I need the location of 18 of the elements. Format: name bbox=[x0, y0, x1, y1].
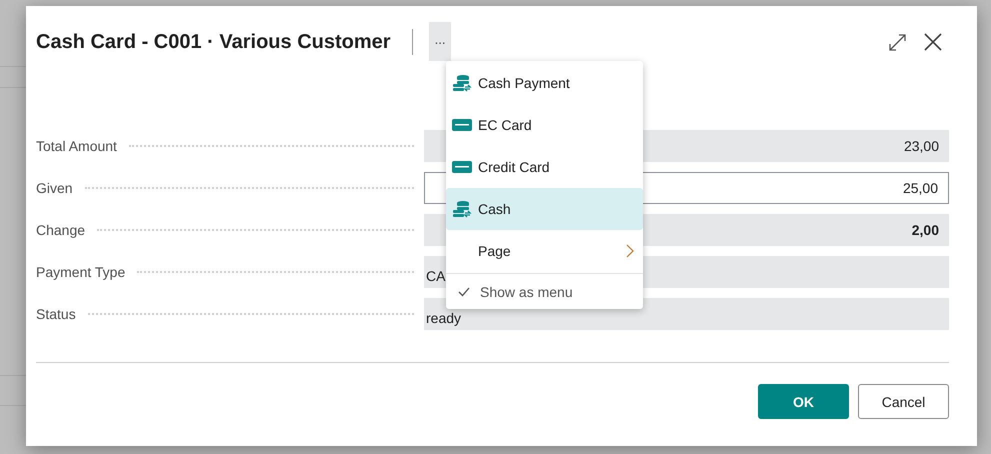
card-icon bbox=[452, 118, 472, 132]
menu-item[interactable]: Cash bbox=[446, 188, 643, 230]
field-label: Status bbox=[36, 306, 76, 322]
ok-button[interactable]: OK bbox=[758, 384, 849, 419]
expand-icon[interactable] bbox=[888, 32, 907, 52]
more-button[interactable]: ··· bbox=[428, 22, 451, 61]
chevron-icon bbox=[625, 244, 635, 258]
field-label: Payment Type bbox=[36, 264, 126, 280]
coins-icon bbox=[452, 200, 472, 218]
cancel-button[interactable]: Cancel bbox=[858, 384, 949, 419]
card-icon bbox=[452, 160, 472, 174]
field-label: Change bbox=[36, 222, 86, 238]
dialog-title: Cash Card - C001 · Various Customer bbox=[36, 30, 391, 54]
coins-icon bbox=[452, 74, 472, 92]
field-label: Total Amount bbox=[36, 138, 117, 154]
menu-item[interactable]: Cash Payment bbox=[446, 62, 643, 104]
close-icon[interactable] bbox=[924, 33, 942, 51]
field-label: Given bbox=[36, 180, 73, 196]
